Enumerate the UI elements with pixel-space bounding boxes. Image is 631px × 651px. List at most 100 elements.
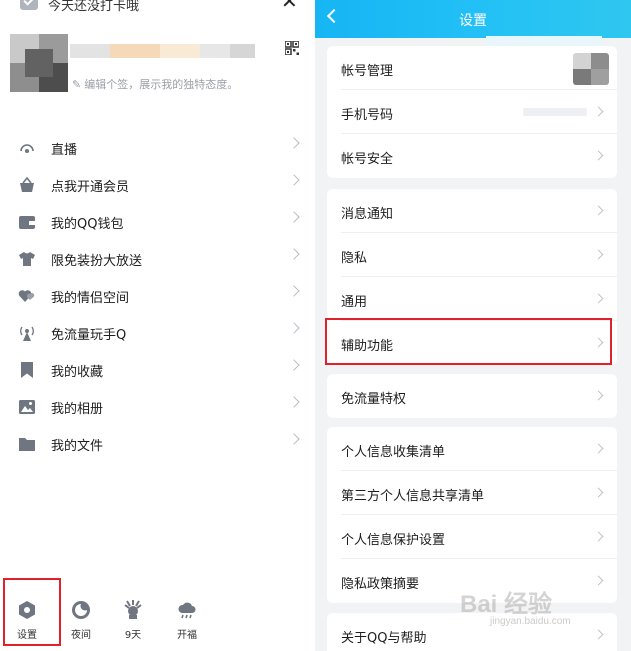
chevron-right-icon (593, 531, 604, 542)
menu-item-wallet[interactable]: 我的QQ钱包 (0, 203, 315, 240)
row-label: 帐号管理 (341, 64, 394, 79)
row-label: 隐私 (341, 251, 368, 266)
row-label: 通用 (341, 295, 368, 310)
photo-icon (19, 400, 35, 414)
signature[interactable]: ✎ 编辑个签，展示我的独特态度。 (72, 76, 238, 92)
chevron-right-icon (288, 359, 300, 371)
row-privacy-policy-summary[interactable]: 隐私政策摘要 (327, 559, 617, 603)
chevron-right-icon (593, 249, 604, 260)
menu-item-label: 我的相册 (51, 402, 104, 417)
qrcode-icon[interactable] (285, 41, 299, 55)
wallet-icon (19, 216, 35, 229)
menu-item-label: 我的情侣空间 (51, 291, 130, 306)
bottom-weather-button[interactable]: 9天 (113, 596, 153, 646)
chevron-right-icon (593, 293, 604, 304)
row-privacy[interactable]: 隐私 (327, 233, 617, 277)
chevron-right-icon (593, 205, 604, 216)
menu-item-album[interactable]: 我的相册 (0, 388, 315, 425)
row-label: 消息通知 (341, 207, 394, 222)
row-general[interactable]: 通用 (327, 277, 617, 321)
chevron-right-icon (593, 150, 604, 161)
chevron-right-icon (288, 322, 300, 334)
menu-item-couple-space[interactable]: 我的情侣空间 (0, 277, 315, 314)
menu-item-outfit[interactable]: 限免装扮大放送 (0, 240, 315, 277)
live-icon (20, 144, 34, 153)
chevron-right-icon (593, 629, 604, 640)
settings-group-about: 关于QQ与帮助 (327, 613, 617, 651)
crown-basket-icon (20, 176, 34, 192)
chevron-right-icon (288, 433, 300, 445)
row-label: 第三方个人信息共享清单 (341, 489, 485, 504)
phone-number-blurred (523, 108, 587, 116)
chevron-right-icon (593, 443, 604, 454)
chevron-right-icon (288, 174, 300, 186)
bookmark-icon (21, 362, 33, 378)
menu-item-label: 点我开通会员 (51, 180, 130, 195)
row-free-data-privilege[interactable]: 免流量特权 (327, 374, 617, 418)
row-label: 手机号码 (341, 108, 394, 123)
menu-item-label: 我的QQ钱包 (51, 217, 124, 232)
settings-header: 设置 (315, 0, 631, 38)
row-account-management[interactable]: 帐号管理 (327, 46, 617, 90)
chevron-right-icon (288, 396, 300, 408)
highlight-accessibility-box (325, 318, 612, 365)
page-title: 设置 (459, 13, 487, 29)
chevron-right-icon (593, 390, 604, 401)
folder-icon (19, 438, 35, 451)
chevron-right-icon (593, 106, 604, 117)
bottom-fortune-button[interactable]: 开福 (167, 596, 207, 646)
avatar (573, 53, 609, 85)
row-account-security[interactable]: 帐号安全 (327, 134, 617, 178)
row-personal-info-protection[interactable]: 个人信息保护设置 (327, 515, 617, 559)
avatar[interactable] (10, 34, 68, 92)
settings-group-personal-info: 个人信息收集清单 第三方个人信息共享清单 个人信息保护设置 隐私政策摘要 (327, 427, 617, 603)
menu-item-label: 直播 (51, 143, 78, 158)
chevron-right-icon (593, 487, 604, 498)
menu-item-favorites[interactable]: 我的收藏 (0, 351, 315, 388)
antenna-icon (20, 326, 34, 341)
nickname-blurred (70, 44, 270, 58)
chevron-right-icon (288, 248, 300, 260)
menu-item-label: 限免装扮大放送 (51, 254, 143, 269)
row-personal-info-list[interactable]: 个人信息收集清单 (327, 427, 617, 471)
row-third-party-sharing[interactable]: 第三方个人信息共享清单 (327, 471, 617, 515)
signature-text: 编辑个签，展示我的独特态度。 (84, 78, 239, 91)
row-label: 个人信息收集清单 (341, 445, 446, 460)
menu-item-files[interactable]: 我的文件 (0, 425, 315, 462)
checkin-icon (20, 0, 38, 10)
bottom-night-button[interactable]: 夜间 (61, 596, 101, 646)
drawer-panel: 今天还没打卡哦 ✕ ✎ 编辑个签，展示我的独特态度。 直播 点我开通会员 我的Q… (0, 0, 315, 651)
settings-group-account: 帐号管理 手机号码 帐号安全 (327, 46, 617, 178)
row-label: 帐号安全 (341, 152, 394, 167)
menu-item-vip[interactable]: 点我开通会员 (0, 166, 315, 203)
menu-item-label: 免流量玩手Q (51, 328, 127, 343)
menu-item-free-data[interactable]: 免流量玩手Q (0, 314, 315, 351)
pencil-icon: ✎ (72, 78, 82, 91)
row-notifications[interactable]: 消息通知 (327, 189, 617, 233)
row-label: 隐私政策摘要 (341, 577, 420, 592)
couple-hearts-icon (18, 290, 35, 302)
tshirt-icon (19, 252, 35, 266)
checkin-text: 今天还没打卡哦 (48, 0, 140, 14)
moon-icon (72, 601, 90, 619)
row-label: 免流量特权 (341, 392, 407, 407)
bottom-fortune-label: 开福 (177, 630, 197, 641)
chevron-right-icon (593, 575, 604, 586)
menu-item-label: 我的收藏 (51, 365, 104, 380)
chevron-right-icon (288, 285, 300, 297)
menu-item-live[interactable]: 直播 (0, 129, 315, 166)
menu-item-label: 我的文件 (51, 439, 104, 454)
row-label: 个人信息保护设置 (341, 533, 446, 548)
settings-group-free-data: 免流量特权 (327, 374, 617, 418)
header-decoration (486, 36, 602, 46)
weather-sun-icon (124, 600, 142, 619)
chevron-right-icon (288, 137, 300, 149)
row-about-help[interactable]: 关于QQ与帮助 (327, 613, 617, 651)
checkin-bar[interactable]: 今天还没打卡哦 ✕ (0, 0, 315, 16)
highlight-settings-box (3, 578, 61, 646)
bottom-night-label: 夜间 (71, 630, 91, 641)
row-phone-number[interactable]: 手机号码 (327, 90, 617, 134)
bottom-weather-label: 9天 (124, 630, 142, 641)
close-icon[interactable]: ✕ (281, 0, 298, 11)
chevron-right-icon (288, 211, 300, 223)
